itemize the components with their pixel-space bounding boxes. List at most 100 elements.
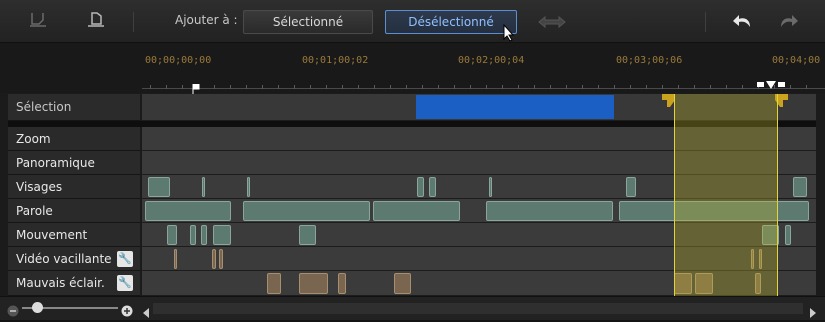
scroll-left-icon[interactable] [142, 303, 150, 322]
horizontal-scrollbar[interactable] [153, 303, 803, 314]
zoom-in-icon[interactable] [121, 302, 133, 321]
speech-clip[interactable] [373, 201, 460, 221]
face-clip[interactable] [148, 177, 170, 197]
track-label-low-light-text: Mauvais éclair. [16, 276, 105, 290]
track-label-speech: Parole [8, 199, 140, 223]
ruler-tick [806, 85, 807, 89]
track-label-shaky-text: Vidéo vacillante [16, 252, 112, 266]
ruler-tick [406, 85, 407, 89]
ruler-tick [550, 85, 551, 89]
timecode-label: 00;04;00 [772, 55, 821, 66]
ruler-tick [422, 85, 423, 89]
face-clip[interactable] [793, 177, 807, 197]
ruler-tick [182, 85, 183, 89]
low-light-settings-wrench-icon[interactable]: 🔧 [117, 275, 133, 291]
low-light-clip[interactable] [299, 273, 328, 294]
ruler-tick [726, 85, 727, 89]
toolbar-separator [133, 12, 134, 32]
face-clip[interactable] [626, 177, 636, 197]
face-clip[interactable] [247, 177, 250, 197]
speech-clip[interactable] [145, 201, 231, 221]
ruler-tick [598, 85, 599, 89]
shaky-clip[interactable] [174, 249, 177, 269]
ruler-tick [230, 85, 231, 89]
redo-icon[interactable] [777, 12, 799, 34]
track-label-selection: Sélection [8, 94, 140, 121]
shaky-clip[interactable] [212, 249, 216, 269]
ruler-tick [454, 85, 455, 89]
motion-clip[interactable] [167, 225, 177, 245]
low-light-clip[interactable] [267, 273, 281, 294]
ruler-tick [566, 85, 567, 89]
ruler-tick [246, 85, 247, 89]
face-clip[interactable] [489, 177, 492, 197]
bottom-bar [0, 296, 825, 320]
motion-clip[interactable] [213, 225, 231, 245]
motion-clip[interactable] [201, 225, 207, 245]
highlighted-range-overlay [674, 94, 778, 296]
ruler-tick [662, 85, 663, 89]
track-label-zoom: Zoom [8, 127, 140, 151]
timeline-panel: Ajouter à : Sélectionné Désélectionné 00… [0, 0, 825, 320]
toolbar: Ajouter à : Sélectionné Désélectionné [0, 0, 825, 43]
low-light-clip[interactable] [394, 273, 411, 294]
ruler-tick [502, 85, 503, 89]
scroll-right-icon[interactable] [809, 303, 817, 322]
ruler-tick [630, 85, 631, 89]
add-to-label: Ajouter à : [175, 13, 238, 27]
shaky-clip[interactable] [219, 249, 223, 269]
ruler-tick [214, 85, 215, 89]
timecode-label: 00;00;00;00 [145, 55, 212, 66]
track-label-motion: Mouvement [8, 223, 140, 247]
ruler-tick [310, 85, 311, 89]
ruler-baseline [142, 88, 825, 89]
toolbar-separator [705, 12, 706, 32]
track-label-pan: Panoramique [8, 151, 140, 175]
ruler-tick [470, 85, 471, 89]
timecode-label: 00;02;00;04 [458, 55, 525, 66]
track-label-faces: Visages [8, 175, 140, 199]
ruler-tick [646, 85, 647, 89]
ruler-tick [278, 85, 279, 89]
ruler-tick [166, 85, 167, 89]
ruler-tick [438, 85, 439, 89]
motion-clip[interactable] [299, 225, 316, 245]
ruler-tick [518, 85, 519, 89]
selected-button[interactable]: Sélectionné [243, 10, 373, 34]
ruler-tick [358, 85, 359, 89]
ruler-tick [694, 85, 695, 89]
timecode-label: 00;03;00;06 [616, 55, 683, 66]
ruler-tick [294, 85, 295, 89]
low-light-clip[interactable] [338, 273, 346, 294]
face-clip[interactable] [429, 177, 436, 197]
ruler-tick [326, 85, 327, 89]
ruler-tick [534, 85, 535, 89]
motion-clip[interactable] [190, 225, 196, 245]
selection-range-bar[interactable] [416, 95, 614, 119]
undo-icon[interactable] [732, 12, 754, 34]
time-ruler[interactable]: 00;00;00;00 00;01;00;02 00;02;00;04 00;0… [0, 43, 825, 94]
ruler-tick [710, 85, 711, 89]
zoom-out-icon[interactable] [7, 302, 19, 321]
ruler-tick [742, 85, 743, 89]
ruler-tick [390, 85, 391, 89]
swap-arrows-icon[interactable] [537, 14, 567, 33]
ruler-tick [374, 85, 375, 89]
ruler-tick [262, 85, 263, 89]
mark-out-icon[interactable] [85, 10, 107, 34]
ruler-tick [790, 85, 791, 89]
ruler-tick [614, 85, 615, 89]
ruler-tick [150, 85, 151, 89]
face-clip[interactable] [417, 177, 424, 197]
timecode-label: 00;01;00;02 [302, 55, 369, 66]
deselected-button[interactable]: Désélectionné [385, 10, 517, 34]
ruler-tick [678, 85, 679, 89]
zoom-slider-knob[interactable] [32, 302, 43, 313]
speech-clip[interactable] [243, 201, 370, 221]
mark-in-icon[interactable] [27, 10, 49, 34]
speech-clip[interactable] [486, 201, 613, 221]
motion-clip[interactable] [785, 225, 791, 245]
ruler-tick [342, 85, 343, 89]
shaky-settings-wrench-icon[interactable]: 🔧 [117, 251, 133, 267]
face-clip[interactable] [202, 177, 205, 197]
